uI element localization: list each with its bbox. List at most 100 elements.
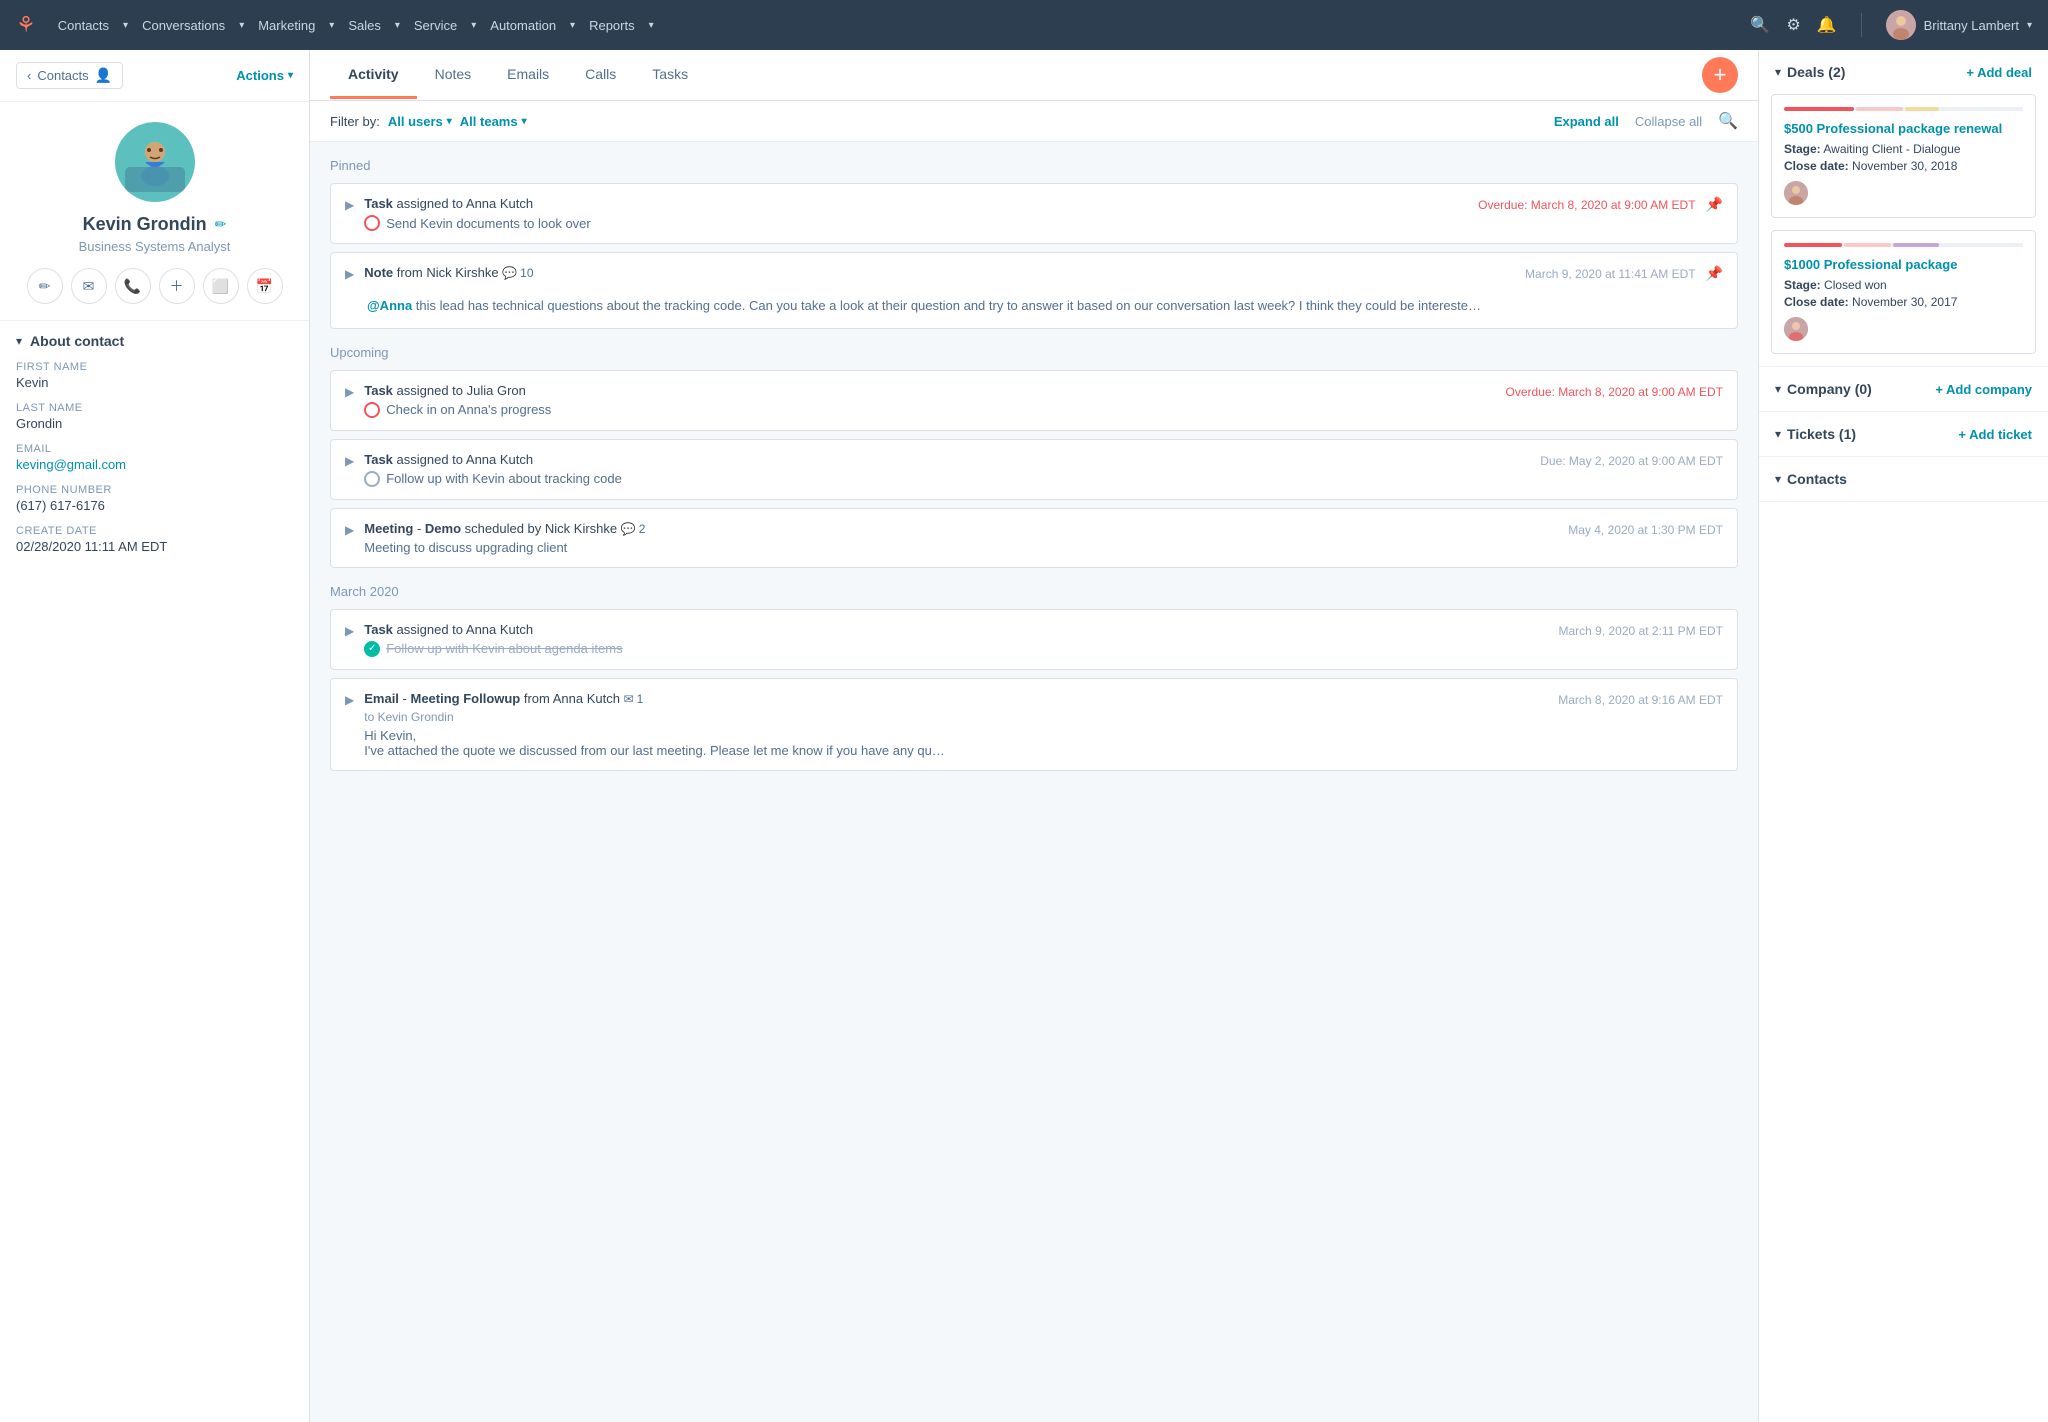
email-action-button[interactable]: ✉	[71, 268, 107, 304]
actions-button[interactable]: Actions ▾	[236, 68, 293, 83]
tickets-section-header[interactable]: ▾ Tickets (1) + Add ticket	[1759, 412, 2048, 456]
email-to: to Kevin Grondin	[364, 710, 1548, 724]
task-1-overdue-icon	[364, 402, 380, 418]
search-icon[interactable]: 🔍	[1750, 15, 1770, 35]
nav-reports[interactable]: Reports	[579, 12, 645, 39]
upcoming-task-1-title: Task assigned to Julia Gron	[364, 383, 1495, 398]
all-users-dropdown[interactable]: All users ▾	[388, 114, 452, 129]
pinned-task-expand-icon[interactable]: ▶	[345, 196, 354, 212]
deal-2-seg-3	[1893, 243, 1940, 247]
add-activity-button[interactable]: +	[1702, 57, 1738, 93]
deal-1-owner-avatar	[1784, 181, 1808, 205]
deals-section-title: Deals (2)	[1787, 64, 1960, 80]
upcoming-task-2-body: Follow up with Kevin about tracking code	[364, 471, 1530, 487]
tab-activity[interactable]: Activity	[330, 52, 417, 99]
email-value[interactable]: keving@gmail.com	[16, 457, 293, 472]
tab-notes[interactable]: Notes	[417, 52, 490, 99]
upcoming-meeting-title: Meeting - Demo scheduled by Nick Kirshke…	[364, 521, 1558, 536]
upcoming-task-2-header[interactable]: ▶ Task assigned to Anna Kutch Follow up …	[331, 440, 1737, 499]
march-email-content: Email - Meeting Followup from Anna Kutch…	[364, 691, 1548, 758]
nav-service[interactable]: Service	[404, 12, 467, 39]
contacts-chevron-icon: ▾	[1775, 472, 1781, 486]
create-date-value: 02/28/2020 11:11 AM EDT	[16, 539, 293, 554]
upcoming-meeting-header[interactable]: ▶ Meeting - Demo scheduled by Nick Kirsh…	[331, 509, 1737, 567]
pinned-task-header[interactable]: ▶ Task assigned to Anna Kutch Send Kevin…	[331, 184, 1737, 243]
march-email-expand-icon[interactable]: ▶	[345, 691, 354, 707]
about-section-header[interactable]: ▾ About contact	[16, 333, 293, 349]
right-panel: ▾ Deals (2) + Add deal $500 Professional…	[1758, 50, 2048, 1422]
pinned-task-item: ▶ Task assigned to Anna Kutch Send Kevin…	[330, 183, 1738, 244]
pinned-task-body: Send Kevin documents to look over	[364, 215, 1468, 231]
upcoming-task-1-expand-icon[interactable]: ▶	[345, 383, 354, 399]
add-deal-button[interactable]: + Add deal	[1966, 65, 2032, 80]
deals-section-header[interactable]: ▾ Deals (2) + Add deal	[1759, 50, 2048, 94]
contact-name: Kevin Grondin	[83, 214, 207, 235]
automation-chevron: ▾	[570, 20, 575, 31]
pinned-note-header[interactable]: ▶ Note from Nick Kirshke 💬 10 March 9, 2…	[331, 253, 1737, 296]
create-date-field: Create Date 02/28/2020 11:11 AM EDT	[16, 525, 293, 554]
nav-marketing[interactable]: Marketing	[248, 12, 325, 39]
nav-divider	[1861, 13, 1862, 37]
contacts-section-header[interactable]: ▾ Contacts	[1759, 457, 2048, 501]
filter-by-label: Filter by:	[330, 114, 380, 129]
upcoming-task-1-item: ▶ Task assigned to Julia Gron Check in o…	[330, 370, 1738, 431]
deals-section: ▾ Deals (2) + Add deal $500 Professional…	[1759, 50, 2048, 367]
user-menu[interactable]: Brittany Lambert ▾	[1886, 10, 2032, 40]
nav-conversations[interactable]: Conversations	[132, 12, 235, 39]
pinned-note-title: Note from Nick Kirshke 💬 10	[364, 265, 1515, 280]
pinned-task-text: Send Kevin documents to look over	[386, 216, 591, 231]
activity-search-icon[interactable]: 🔍	[1718, 111, 1738, 131]
tab-calls[interactable]: Calls	[567, 52, 634, 99]
contact-job-title: Business Systems Analyst	[79, 239, 231, 254]
edit-contact-icon[interactable]: ✏	[215, 216, 227, 233]
upcoming-task-1-header[interactable]: ▶ Task assigned to Julia Gron Check in o…	[331, 371, 1737, 430]
teams-caret: ▾	[522, 116, 527, 127]
calendar-action-button[interactable]: 📅	[247, 268, 283, 304]
back-icon: ‹	[27, 68, 31, 83]
hubspot-logo[interactable]: ⚘	[16, 12, 36, 38]
deal-2-close-date: Close date: November 30, 2017	[1784, 295, 2023, 309]
march-email-title: Email - Meeting Followup from Anna Kutch…	[364, 691, 1548, 706]
edit-action-button[interactable]: ✏	[27, 268, 63, 304]
activity-tabs: Activity Notes Emails Calls Tasks +	[310, 50, 1758, 101]
tab-emails[interactable]: Emails	[489, 52, 567, 99]
deal-2-seg-1	[1784, 243, 1842, 247]
deal-1-name[interactable]: $500 Professional package renewal	[1784, 121, 2023, 136]
contact-profile: Kevin Grondin ✏ Business Systems Analyst…	[0, 102, 309, 321]
main-layout: ‹ Contacts 👤 Actions ▾	[0, 50, 2048, 1422]
last-name-value: Grondin	[16, 416, 293, 431]
add-action-button[interactable]: ＋	[159, 268, 195, 304]
add-ticket-button[interactable]: + Add ticket	[1958, 427, 2032, 442]
back-to-contacts-button[interactable]: ‹ Contacts 👤	[16, 62, 123, 89]
upcoming-task-1-body: Check in on Anna's progress	[364, 402, 1495, 418]
pin-icon[interactable]: 📌	[1706, 196, 1723, 213]
expand-all-button[interactable]: Expand all	[1554, 114, 1619, 129]
upcoming-meeting-expand-icon[interactable]: ▶	[345, 521, 354, 537]
note-action-button[interactable]: ⬜	[203, 268, 239, 304]
march-email-header[interactable]: ▶ Email - Meeting Followup from Anna Kut…	[331, 679, 1737, 770]
about-contact-section: ▾ About contact First name Kevin Last na…	[0, 321, 309, 578]
company-section-header[interactable]: ▾ Company (0) + Add company	[1759, 367, 2048, 411]
upcoming-task-2-content: Task assigned to Anna Kutch Follow up wi…	[364, 452, 1530, 487]
email-field: Email keving@gmail.com	[16, 443, 293, 472]
nav-automation[interactable]: Automation	[480, 12, 566, 39]
note-pin-icon[interactable]: 📌	[1706, 265, 1723, 282]
march-task-expand-icon[interactable]: ▶	[345, 622, 354, 638]
tab-tasks[interactable]: Tasks	[634, 52, 706, 99]
task-2-pending-icon	[364, 471, 380, 487]
all-teams-dropdown[interactable]: All teams ▾	[460, 114, 527, 129]
call-action-button[interactable]: 📞	[115, 268, 151, 304]
collapse-all-button[interactable]: Collapse all	[1635, 114, 1702, 129]
nav-sales[interactable]: Sales	[338, 12, 391, 39]
add-company-button[interactable]: + Add company	[1935, 382, 2032, 397]
pinned-note-expand-icon[interactable]: ▶	[345, 265, 354, 281]
march-task-header[interactable]: ▶ Task assigned to Anna Kutch ✓ Follow u…	[331, 610, 1737, 669]
deal-2-name[interactable]: $1000 Professional package	[1784, 257, 2023, 272]
deal-2-seg-2	[1844, 243, 1891, 247]
settings-icon[interactable]: ⚙	[1786, 15, 1800, 35]
nav-contacts[interactable]: Contacts	[48, 12, 119, 39]
notifications-icon[interactable]: 🔔	[1817, 15, 1837, 35]
contacts-icon: 👤	[95, 67, 112, 84]
upcoming-task-2-expand-icon[interactable]: ▶	[345, 452, 354, 468]
upcoming-meeting-content: Meeting - Demo scheduled by Nick Kirshke…	[364, 521, 1558, 555]
